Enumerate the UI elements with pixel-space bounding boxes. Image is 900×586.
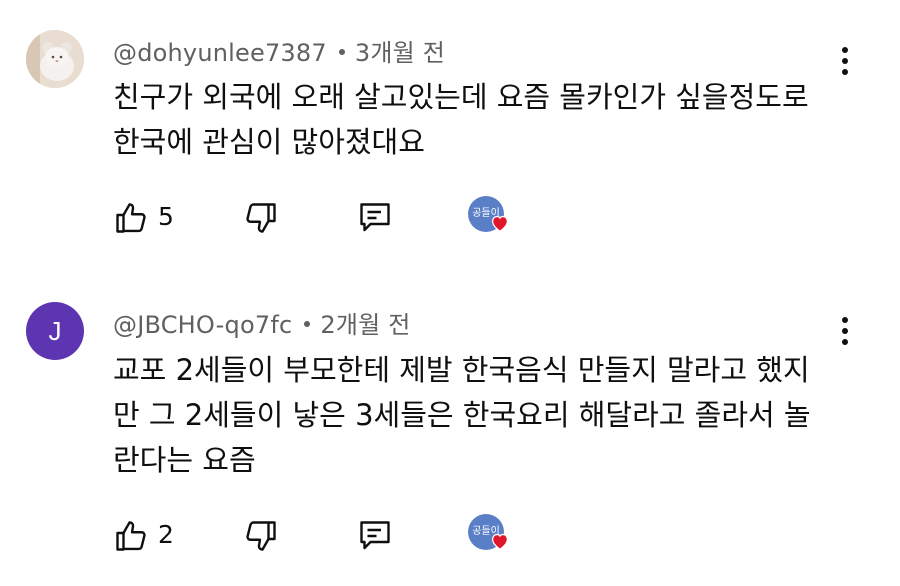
comment-meta: @dohyunlee7387 3개월 전 bbox=[113, 33, 445, 68]
reply-button[interactable] bbox=[357, 200, 393, 240]
separator-dot bbox=[338, 49, 345, 55]
heart-icon bbox=[492, 215, 508, 232]
avatar[interactable] bbox=[26, 30, 84, 88]
heart-icon bbox=[492, 533, 508, 550]
creator-heart-badge: 공들이 bbox=[468, 514, 510, 554]
avatar[interactable]: J bbox=[26, 302, 84, 360]
separator-dot bbox=[304, 321, 311, 327]
comment-author-handle[interactable]: @JBCHO-qo7fc bbox=[113, 311, 292, 339]
comment-text: 교포 2세들이 부모한테 제발 한국음식 만들지 말라고 했지 만 그 2세들이… bbox=[113, 353, 811, 477]
comment-text: 친구가 외국에 오래 살고있는데 요즘 몰카인가 싶을정도로 한국에 관심이 많… bbox=[113, 80, 809, 159]
reply-button[interactable] bbox=[357, 518, 393, 558]
more-options-button[interactable] bbox=[830, 44, 860, 78]
like-count: 2 bbox=[158, 520, 174, 549]
thumbs-up-icon bbox=[116, 521, 146, 551]
avatar-photo-icon bbox=[26, 30, 84, 88]
comment-meta: @JBCHO-qo7fc 2개월 전 bbox=[113, 305, 411, 340]
dislike-button[interactable] bbox=[243, 200, 279, 240]
creator-heart-badge: 공들이 bbox=[468, 196, 510, 236]
more-vert-icon bbox=[842, 47, 848, 75]
like-button[interactable] bbox=[113, 518, 149, 558]
thumbs-down-icon bbox=[246, 203, 276, 233]
reply-icon bbox=[360, 203, 390, 232]
like-count: 5 bbox=[158, 202, 174, 231]
comment-timestamp[interactable]: 2개월 전 bbox=[320, 311, 410, 339]
thumbs-down-icon bbox=[246, 521, 276, 551]
comment-author-handle[interactable]: @dohyunlee7387 bbox=[113, 39, 327, 67]
dislike-button[interactable] bbox=[243, 518, 279, 558]
more-vert-icon bbox=[842, 317, 848, 345]
comment-timestamp[interactable]: 3개월 전 bbox=[355, 39, 445, 67]
thumbs-up-icon bbox=[116, 203, 146, 233]
more-options-button[interactable] bbox=[830, 314, 860, 348]
like-button[interactable] bbox=[113, 200, 149, 240]
comment-actions: 5 공들이 bbox=[113, 196, 533, 240]
reply-icon bbox=[360, 521, 390, 550]
comment-actions: 2 공들이 bbox=[113, 514, 533, 558]
